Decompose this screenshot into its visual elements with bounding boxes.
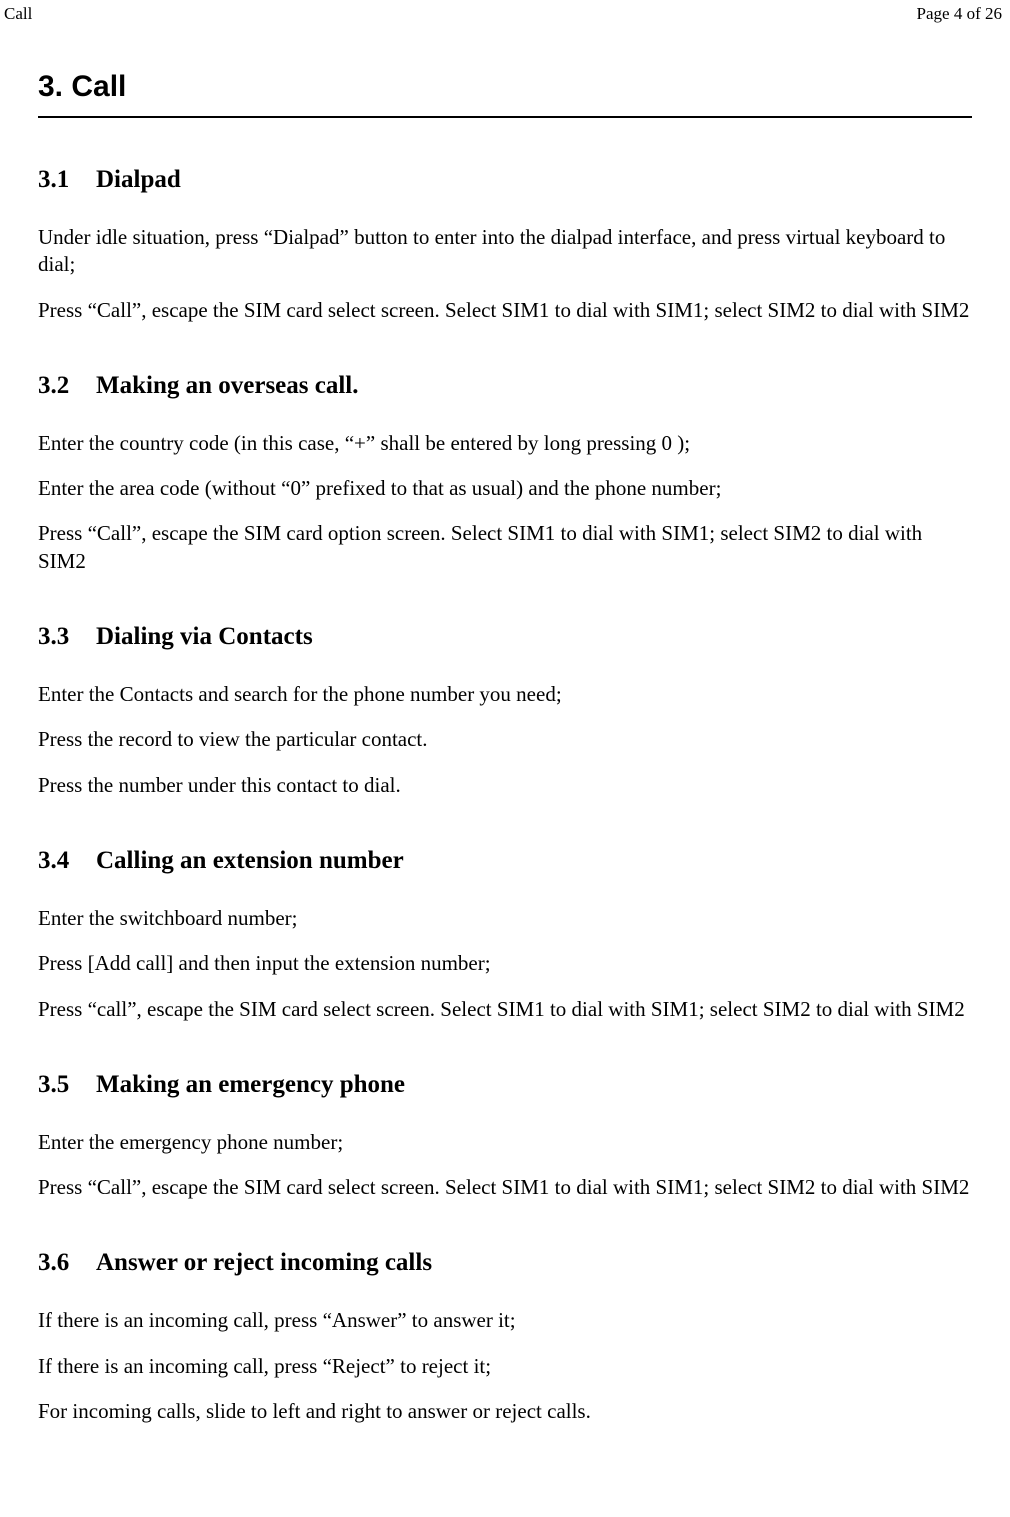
- document-body: 3. Call 3.1 Dialpad Under idle situation…: [0, 70, 1010, 1425]
- paragraph: Under idle situation, press “Dialpad” bu…: [38, 224, 972, 279]
- section-heading-overseas: 3.2 Making an overseas call.: [38, 372, 972, 400]
- paragraph: Press “call”, escape the SIM card select…: [38, 996, 972, 1023]
- paragraph: Press “Call”, escape the SIM card option…: [38, 520, 972, 575]
- section-title: Making an overseas call.: [96, 372, 359, 400]
- header-title: Call: [4, 4, 32, 24]
- section-number: 3.3: [38, 623, 96, 651]
- paragraph: Enter the Contacts and search for the ph…: [38, 681, 972, 708]
- section-heading-answer-reject: 3.6 Answer or reject incoming calls: [38, 1249, 972, 1277]
- section-heading-extension: 3.4 Calling an extension number: [38, 847, 972, 875]
- paragraph: Enter the emergency phone number;: [38, 1129, 972, 1156]
- section-title: Answer or reject incoming calls: [96, 1249, 432, 1277]
- section-number: 3.2: [38, 372, 96, 400]
- paragraph: Enter the country code (in this case, “+…: [38, 430, 972, 457]
- section-title: Dialpad: [96, 166, 181, 194]
- page-number: Page 4 of 26: [917, 4, 1002, 24]
- paragraph: If there is an incoming call, press “Ans…: [38, 1307, 972, 1334]
- paragraph: If there is an incoming call, press “Rej…: [38, 1353, 972, 1380]
- section-number: 3.6: [38, 1249, 96, 1277]
- chapter-title: 3. Call: [38, 70, 972, 118]
- paragraph: Press the number under this contact to d…: [38, 772, 972, 799]
- section-heading-dialpad: 3.1 Dialpad: [38, 166, 972, 194]
- section-number: 3.1: [38, 166, 96, 194]
- page-header: Call Page 4 of 26: [0, 0, 1010, 26]
- paragraph: Press “Call”, escape the SIM card select…: [38, 1174, 972, 1201]
- section-number: 3.4: [38, 847, 96, 875]
- paragraph: Press the record to view the particular …: [38, 726, 972, 753]
- section-title: Calling an extension number: [96, 847, 404, 875]
- section-heading-contacts: 3.3 Dialing via Contacts: [38, 623, 972, 651]
- section-title: Dialing via Contacts: [96, 623, 313, 651]
- paragraph: Press “Call”, escape the SIM card select…: [38, 297, 972, 324]
- section-number: 3.5: [38, 1071, 96, 1099]
- paragraph: Press [Add call] and then input the exte…: [38, 950, 972, 977]
- section-heading-emergency: 3.5 Making an emergency phone: [38, 1071, 972, 1099]
- paragraph: Enter the area code (without “0” prefixe…: [38, 475, 972, 502]
- paragraph: For incoming calls, slide to left and ri…: [38, 1398, 972, 1425]
- section-title: Making an emergency phone: [96, 1071, 405, 1099]
- paragraph: Enter the switchboard number;: [38, 905, 972, 932]
